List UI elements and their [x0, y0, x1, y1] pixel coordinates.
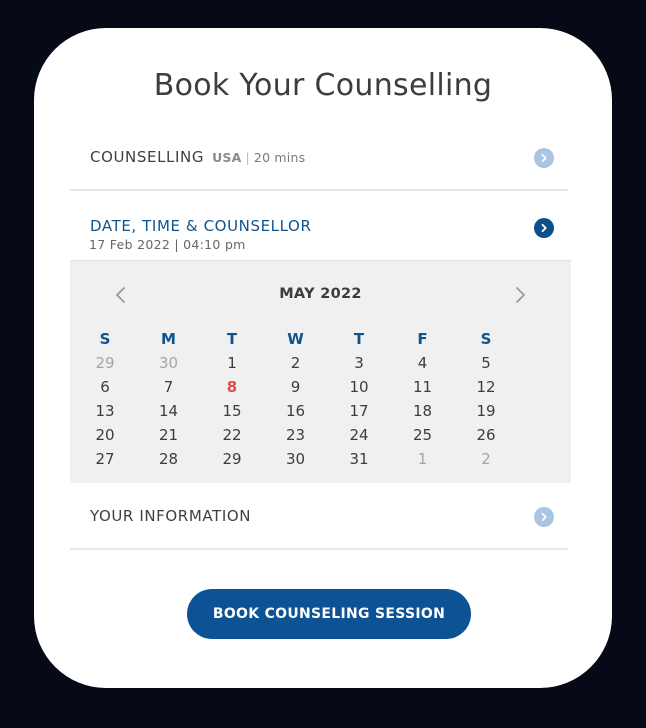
calendar-day[interactable]: 26	[472, 423, 500, 447]
calendar-day[interactable]: 2	[282, 351, 310, 375]
date-time-row[interactable]: DATE, TIME & COUNSELLOR 17 Feb 2022 | 04…	[70, 208, 568, 258]
calendar-day[interactable]: 5	[472, 351, 500, 375]
weekday-header: T	[353, 330, 365, 348]
calendar-day[interactable]: 22	[218, 423, 246, 447]
weekday-header: M	[161, 330, 176, 348]
weekday-header: W	[287, 330, 304, 348]
calendar-day[interactable]: 30	[282, 447, 310, 471]
calendar-day[interactable]: 13	[91, 399, 119, 423]
calendar-day[interactable]: 28	[155, 447, 183, 471]
selected-datetime: 17 Feb 2022 | 04:10 pm	[89, 237, 246, 252]
calendar-day: 29	[95, 354, 115, 372]
calendar-day[interactable]: 15	[218, 399, 246, 423]
page-title: Book Your Counselling	[153, 68, 493, 103]
calendar-month: MAY 2022	[279, 286, 362, 302]
chevron-right-icon[interactable]	[534, 218, 554, 238]
calendar-day[interactable]: 21	[155, 423, 183, 447]
weekday-header: S	[99, 330, 111, 348]
calendar-day[interactable]: 7	[155, 375, 183, 399]
calendar-day[interactable]: 27	[91, 447, 119, 471]
calendar-day: 30	[158, 354, 179, 372]
date-time-label: DATE, TIME & COUNSELLOR	[90, 217, 312, 235]
counselling-row[interactable]: COUNSELLING USA | 20 mins	[70, 138, 568, 178]
counselling-region: USA	[212, 150, 242, 165]
calendar-day[interactable]: 18	[409, 399, 437, 423]
calendar-day[interactable]: 23	[282, 423, 310, 447]
calendar-grid: S M T W T F S 29 30 1 2 3 4 5 6 7 8 9 10 11 12 13 14 15 16 17 18 19…	[91, 327, 536, 471]
calendar-day[interactable]: 9	[282, 375, 310, 399]
calendar-day[interactable]: 12	[472, 375, 500, 399]
calendar-day[interactable]: 29	[218, 447, 246, 471]
divider	[70, 189, 568, 191]
chevron-right-icon[interactable]	[534, 507, 554, 527]
counselling-label: COUNSELLING	[90, 148, 205, 166]
calendar-day[interactable]: 31	[345, 447, 373, 471]
weekday-header: T	[226, 330, 238, 348]
calendar-day[interactable]: 3	[345, 351, 373, 375]
calendar-day[interactable]: 19	[472, 399, 500, 423]
calendar-day[interactable]: 6	[91, 375, 119, 399]
calendar-day[interactable]: 10	[345, 375, 373, 399]
weekday-header: F	[417, 330, 428, 348]
calendar-day[interactable]: 14	[155, 399, 183, 423]
booking-card: Book Your Counselling COUNSELLING USA | 20 …	[34, 28, 612, 688]
calendar-day[interactable]: 16	[282, 399, 310, 423]
chevron-right-icon[interactable]	[534, 148, 554, 168]
calendar-day[interactable]: 11	[409, 375, 437, 399]
calendar-day[interactable]: 25	[409, 423, 437, 447]
calendar-day: 2	[481, 450, 491, 468]
weekday-header: S	[480, 330, 492, 348]
counselling-duration: 20 mins	[253, 150, 306, 165]
your-information-label: YOUR INFORMATION	[90, 507, 252, 525]
calendar-day[interactable]: 20	[91, 423, 119, 447]
calendar-day-today[interactable]: 8	[218, 375, 246, 399]
divider	[70, 548, 568, 550]
calendar-day[interactable]: 1	[218, 351, 246, 375]
meta-separator: |	[245, 150, 250, 165]
chevron-right-icon[interactable]	[511, 285, 529, 305]
calendar-day[interactable]: 4	[409, 351, 437, 375]
calendar-day: 1	[417, 450, 428, 468]
calendar-day[interactable]: 24	[345, 423, 373, 447]
calendar: MAY 2022 S M T W T F S 29 30 1 2 3 4 5 6 7 8 9 10 11 12 13 14 1…	[70, 260, 571, 483]
your-information-row[interactable]: YOUR INFORMATION	[70, 496, 568, 536]
book-counseling-button[interactable]: BOOK COUNSELING SESSION	[187, 589, 471, 639]
calendar-day[interactable]: 17	[345, 399, 373, 423]
